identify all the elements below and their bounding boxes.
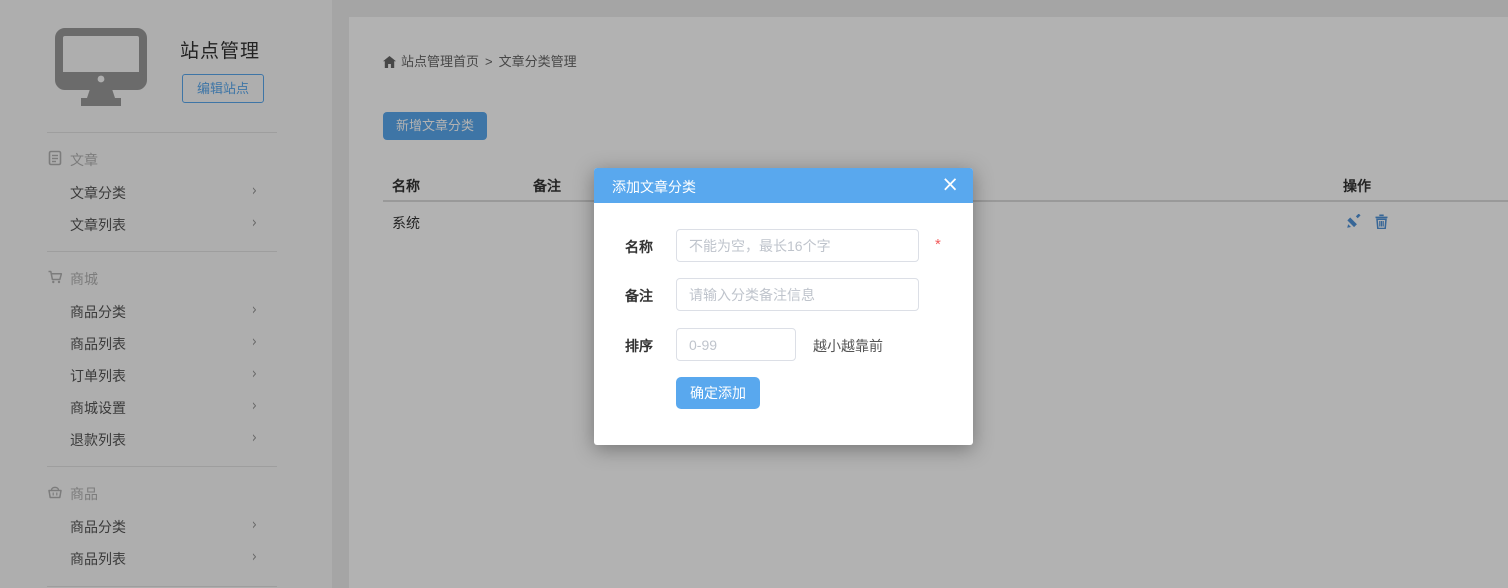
field-label-remark: 备注 — [625, 286, 653, 306]
modal-title: 添加文章分类 — [612, 177, 696, 197]
close-icon[interactable]: × — [941, 172, 959, 196]
field-label-sort: 排序 — [625, 336, 653, 356]
sort-input[interactable] — [676, 328, 796, 361]
name-input[interactable] — [676, 229, 919, 262]
page: 站点管理 编辑站点 文章 文章分类 › 文章列表 › 商城 商品分 — [0, 0, 1508, 588]
remark-input[interactable] — [676, 278, 919, 311]
sort-hint: 越小越靠前 — [813, 336, 883, 356]
add-category-modal: 添加文章分类 × 名称 * 备注 排序 越小越靠前 确定添加 — [594, 168, 973, 445]
confirm-add-button[interactable]: 确定添加 — [676, 377, 760, 409]
field-label-name: 名称 — [625, 237, 653, 257]
required-asterisk: * — [935, 236, 941, 253]
modal-header: 添加文章分类 × — [594, 168, 973, 203]
